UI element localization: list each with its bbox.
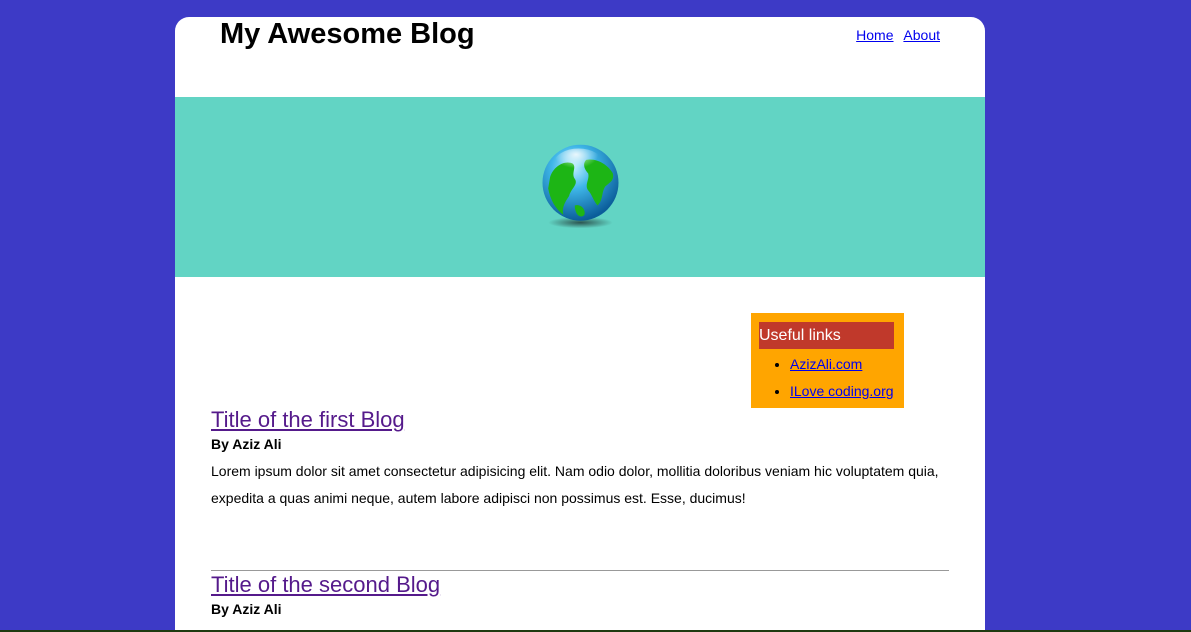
site-header: My Awesome Blog Home About <box>175 17 985 97</box>
blog-post: Title of the first Blog By Aziz Ali Lore… <box>211 407 951 512</box>
blog-post: Title of the second Blog By Aziz Ali <box>211 572 951 618</box>
sidebar-link-azizali[interactable]: AzizAli.com <box>790 356 862 372</box>
nav-about-link[interactable]: About <box>903 27 940 43</box>
post-author: By Aziz Ali <box>211 436 282 452</box>
post-author: By Aziz Ali <box>211 601 282 617</box>
list-item: AzizAli.com <box>790 351 894 378</box>
post-body: Lorem ipsum dolor sit amet consectetur a… <box>211 463 939 506</box>
hero-banner <box>175 97 985 277</box>
main-nav: Home About <box>850 27 940 43</box>
sidebar-link-ilovecoding[interactable]: ILove coding.org <box>790 383 894 399</box>
nav-home-link[interactable]: Home <box>856 27 893 43</box>
site-title: My Awesome Blog <box>220 18 475 50</box>
globe-icon <box>542 144 619 229</box>
post-title-link[interactable]: Title of the first Blog <box>211 407 405 433</box>
sidebar-title: Useful links <box>759 322 894 349</box>
post-title-link[interactable]: Title of the second Blog <box>211 572 440 598</box>
list-item: ILove coding.org <box>790 378 894 405</box>
post-divider <box>211 570 949 571</box>
sidebar-link-list: AzizAli.com ILove coding.org <box>759 351 894 405</box>
page-container: My Awesome Blog Home About Useful links … <box>175 17 985 632</box>
useful-links-sidebar: Useful links AzizAli.com ILove coding.or… <box>751 313 904 408</box>
